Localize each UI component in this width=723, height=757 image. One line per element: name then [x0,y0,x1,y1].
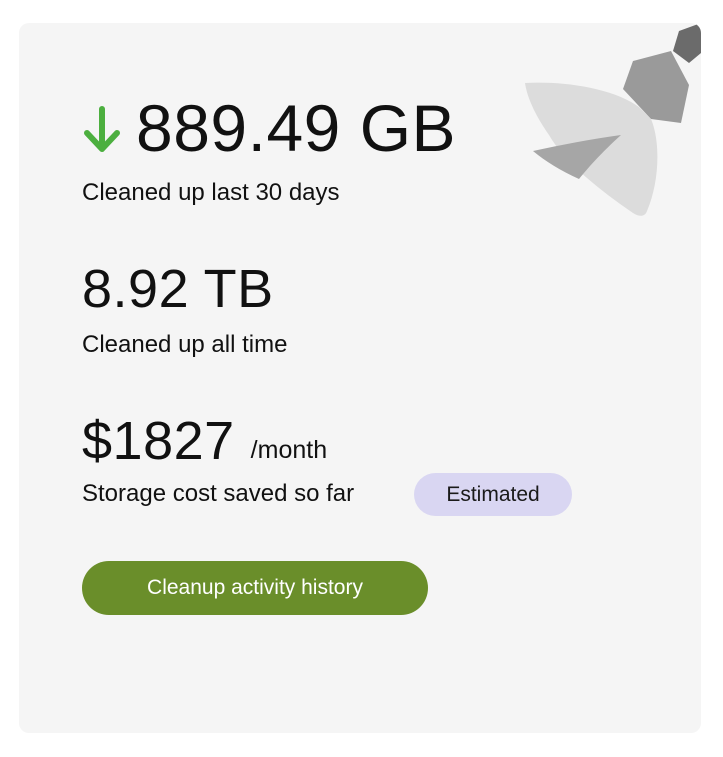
savings-label: Storage cost saved so far [82,480,355,507]
estimated-badge: Estimated [414,473,572,516]
all-time-value: 8.92 TB [82,259,274,319]
cleanup-summary-card: 889.49 GB Cleaned up last 30 days 8.92 T… [19,23,701,733]
last-30-days-value: 889.49 GB [136,91,457,165]
all-time-label: Cleaned up all time [82,331,288,358]
savings-stat: $1827 /month [82,413,327,469]
savings-unit: /month [250,436,328,464]
down-arrow-icon [84,106,120,152]
last-30-days-stat: 889.49 GB [82,93,456,163]
cleanup-activity-history-button[interactable]: Cleanup activity history [82,561,428,615]
all-time-stat: 8.92 TB [82,261,274,317]
savings-value: $1827 [82,411,235,471]
last-30-days-label: Cleaned up last 30 days [82,179,340,206]
broom-icon [525,23,701,216]
